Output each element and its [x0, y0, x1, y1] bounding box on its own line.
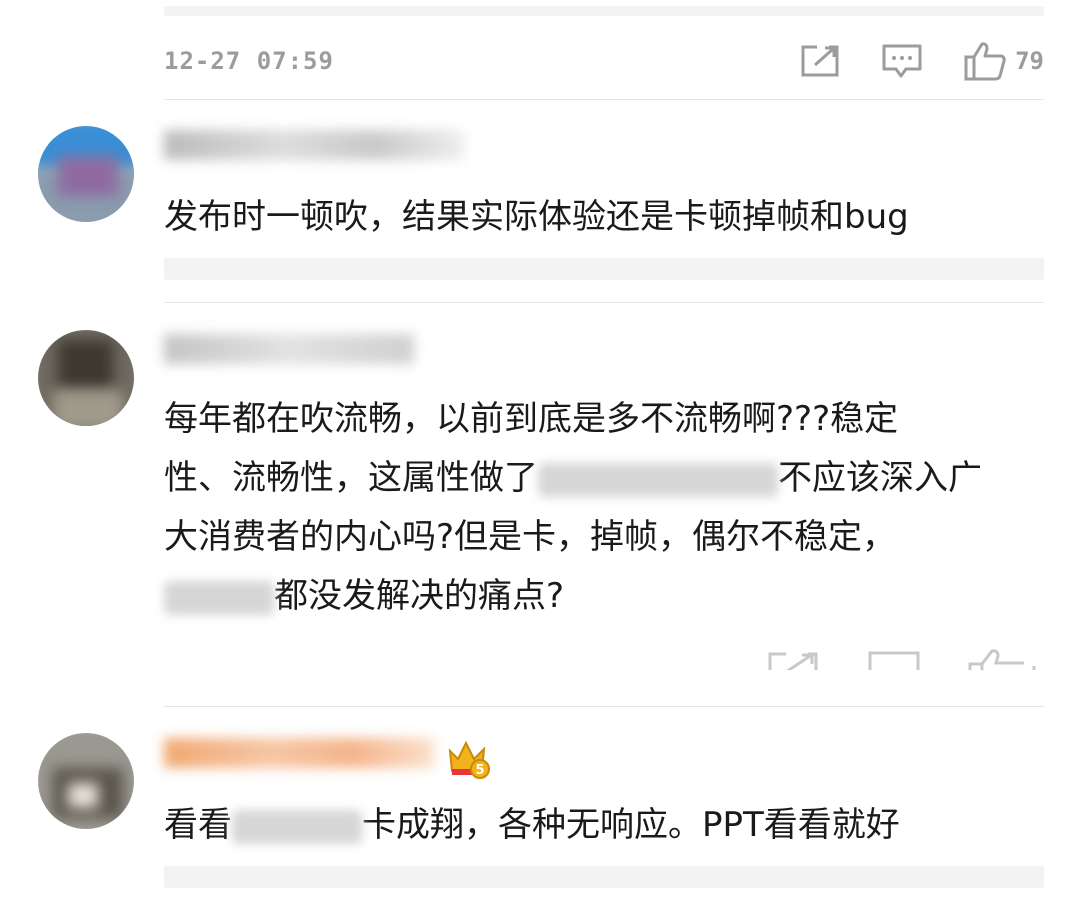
comment-icon [882, 44, 922, 78]
avatar[interactable] [38, 733, 134, 829]
comment-line-part: 不应该深入广 [778, 458, 982, 498]
comment-line-part: 都没发解决的痛点? [274, 576, 565, 616]
comment-line: 大消费者的内心吗?但是卡，掉帧，偶尔不稳定， [164, 517, 897, 557]
redacted-text [538, 462, 778, 497]
share-icon [801, 45, 839, 77]
comment-actions [764, 648, 1044, 670]
like-button[interactable] [964, 648, 1044, 670]
share-icon [768, 652, 818, 670]
comment-meta: 12-27 07:59 79 [164, 41, 1044, 81]
comment-meta [164, 648, 1044, 670]
share-button[interactable] [799, 43, 841, 79]
reply-preview-strip [164, 258, 1044, 280]
comment-line-part: 性、流畅性，这属性做了 [164, 458, 538, 498]
redacted-text [164, 580, 274, 615]
badge-level: 5 [475, 763, 484, 778]
thumbs-up-icon [968, 649, 1036, 670]
comment-line-part: 看看 [164, 805, 232, 845]
avatar[interactable] [38, 330, 134, 426]
comment-text: 发布时一顿吹，结果实际体验还是卡顿掉帧和bug [164, 197, 909, 237]
comment-line: 性、流畅性，这属性做了 不应该深入广 [164, 449, 1054, 508]
username[interactable] [164, 334, 414, 370]
reply-preview-strip [164, 6, 1044, 16]
divider [164, 706, 1044, 707]
comment-line: 每年都在吹流畅，以前到底是多不流畅啊???稳定 [164, 399, 899, 439]
comment-icon [868, 651, 920, 670]
username-redacted [164, 130, 464, 160]
redacted-text [232, 809, 362, 844]
comment-button[interactable] [864, 650, 924, 670]
divider [164, 302, 1044, 303]
comment-line-part: 卡成翔，各种无响应。PPT看看就好 [362, 805, 900, 845]
like-count: 79 [1015, 47, 1044, 75]
username-redacted [164, 334, 414, 364]
username[interactable] [164, 738, 434, 774]
avatar[interactable] [38, 126, 134, 222]
comment-line: 都没发解决的痛点? [164, 567, 1054, 626]
crown-icon: 5 [448, 740, 490, 779]
comment-text: 看看 卡成翔，各种无响应。PPT看看就好 [164, 796, 1054, 855]
timestamp: 12-27 07:59 [164, 47, 334, 75]
divider [164, 99, 1044, 100]
comment-actions: 79 [799, 41, 1044, 81]
username-redacted [164, 738, 434, 768]
comment-text: 每年都在吹流畅，以前到底是多不流畅啊???稳定 性、流畅性，这属性做了 不应该深入… [164, 390, 1054, 626]
like-button[interactable]: 79 [963, 41, 1044, 81]
comment-button[interactable] [881, 43, 923, 79]
reply-preview-strip [164, 866, 1044, 888]
thumbs-up-icon [964, 42, 1006, 81]
share-button[interactable] [764, 650, 824, 670]
username[interactable] [164, 130, 464, 166]
